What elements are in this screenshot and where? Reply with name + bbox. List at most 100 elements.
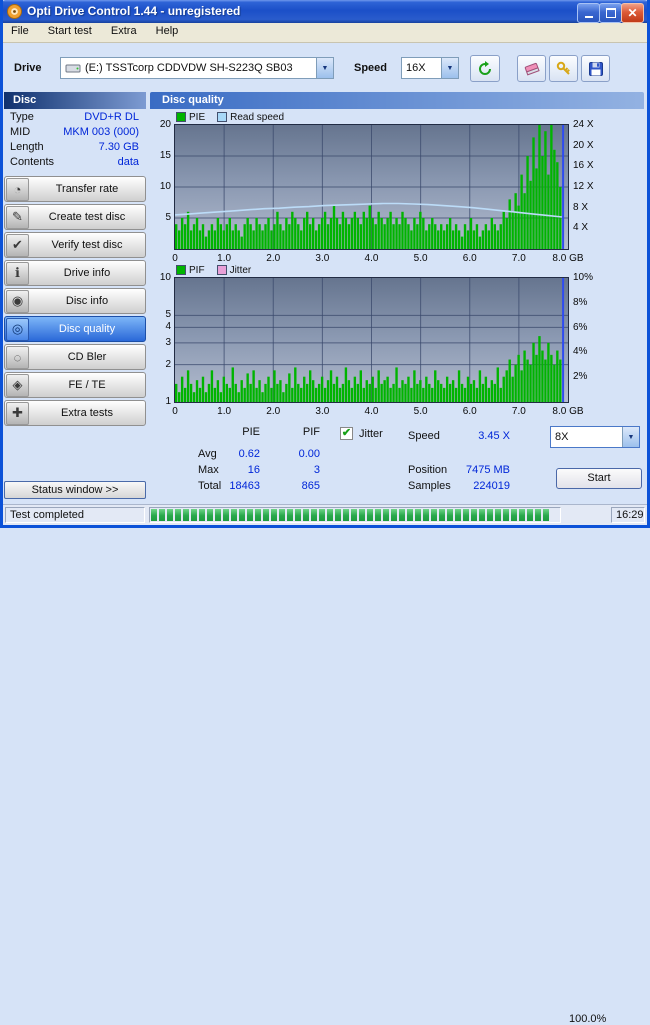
y-left-tick: 20 (159, 119, 171, 130)
samples-value: 224019 (473, 480, 510, 492)
sidebar-item-verify-test-disc[interactable]: ✔ Verify test disc (4, 232, 146, 258)
pif-column-header: PIF (302, 426, 320, 438)
position-value: 7475 MB (465, 464, 510, 476)
sidebar-item-transfer-rate[interactable]: ◔ Transfer rate (4, 176, 146, 202)
progress-segment (407, 509, 413, 521)
progress-percent: 100.0% (569, 1013, 607, 1025)
chevron-down-icon[interactable]: ▼ (316, 58, 333, 78)
disc-length-value: 7.30 GB (98, 141, 139, 153)
refresh-button[interactable] (470, 55, 500, 82)
x-tick: 8.0 GB (552, 253, 584, 264)
erase-disc-button[interactable] (517, 55, 546, 82)
max-pie-value: 16 (247, 464, 260, 476)
menu-item-extra[interactable]: Extra (103, 23, 145, 42)
close-button[interactable]: ✕ (621, 3, 644, 23)
progress-segment (535, 509, 541, 521)
progress-segment (455, 509, 461, 521)
y-left-tick: 5 (165, 309, 171, 321)
jitter-checkbox[interactable]: ✔ (340, 427, 353, 440)
menu-bar: File Start test Extra Help (3, 23, 647, 43)
progress-segment (215, 509, 221, 521)
sidebar-item-label: Transfer rate (55, 183, 119, 195)
y-right-tick: 20 X (573, 139, 594, 151)
maximize-button[interactable] (599, 3, 622, 23)
progress-segment (391, 509, 397, 521)
license-button[interactable] (549, 55, 578, 82)
pif-chart-legend: PIF Jitter (176, 264, 251, 276)
sidebar-item-disc-quality[interactable]: ◎ Disc quality (4, 316, 146, 342)
progress-segment (327, 509, 333, 521)
y-right-tick: 10% (573, 272, 594, 283)
legend-item-read-speed: Read speed (217, 112, 284, 123)
sidebar-item-fe-te[interactable]: ◈ FE / TE (4, 372, 146, 398)
progress-segment (503, 509, 509, 521)
status-window-button[interactable]: Status window >> (4, 481, 146, 499)
sidebar-item-drive-info[interactable]: ℹ Drive info (4, 260, 146, 286)
extra-tests-icon: ✚ (6, 401, 29, 425)
progress-segment (303, 509, 309, 521)
sidebar-buttons: ◔ Transfer rate ✎ Create test disc ✔ Verify t… (4, 176, 146, 426)
start-button[interactable]: Start (556, 468, 642, 489)
legend-label: PIE (189, 111, 206, 123)
scan-speed-value: 3.45 X (478, 430, 510, 442)
disc-quality-icon: ◎ (6, 317, 29, 341)
progress-segment (447, 509, 453, 521)
progress-segment (311, 509, 317, 521)
progress-segment (231, 509, 237, 521)
menu-item-file[interactable]: File (3, 23, 37, 42)
sidebar-item-extra-tests[interactable]: ✚ Extra tests (4, 400, 146, 426)
verify-test-disc-icon: ✔ (6, 233, 29, 257)
save-button[interactable] (581, 55, 610, 82)
progress-segment (471, 509, 477, 521)
disc-type-label: Type (10, 111, 34, 123)
transfer-rate-icon: ◔ (6, 177, 29, 201)
legend-label: PIF (189, 264, 205, 276)
minimize-button[interactable] (577, 3, 600, 23)
sidebar-item-cd-bler[interactable]: ◌ CD Bler (4, 344, 146, 370)
sidebar-item-label: Create test disc (48, 211, 126, 223)
check-icon: ✔ (341, 427, 352, 439)
sidebar: Disc Type DVD+R DL MID MKM 003 (000) Len… (4, 92, 146, 428)
y-left-tick: 5 (165, 212, 171, 223)
x-tick: 5.0 (413, 253, 428, 264)
total-pif-value: 865 (301, 480, 320, 492)
x-tick: 8.0 GB (552, 406, 584, 417)
speed-select[interactable]: 16X ▼ (401, 57, 459, 79)
menu-item-start-test[interactable]: Start test (40, 23, 100, 42)
sidebar-item-label: FE / TE (68, 379, 106, 391)
progress-bar (149, 507, 561, 523)
legend-item-jitter: Jitter (216, 265, 251, 276)
window-title: Opti Drive Control 1.44 - unregistered (27, 4, 241, 18)
x-tick: 2.0 (266, 406, 281, 417)
progress-segment (431, 509, 437, 521)
minimize-icon (584, 16, 593, 18)
maximize-icon (605, 8, 616, 18)
y-right-tick: 2% (573, 371, 588, 383)
x-tick: 6.0 (462, 253, 477, 264)
eraser-icon (524, 62, 540, 75)
sidebar-item-disc-info[interactable]: ◉ Disc info (4, 288, 146, 314)
sidebar-item-label: Disc info (65, 295, 109, 307)
progress-segment (423, 509, 429, 521)
progress-segment (335, 509, 341, 521)
pie-column-header: PIE (242, 426, 260, 438)
x-tick: 5.0 (413, 406, 428, 417)
progress-segment (439, 509, 445, 521)
scan-speed-select[interactable]: 8X ▼ (550, 426, 640, 448)
progress-fill (151, 509, 549, 521)
chevron-down-icon[interactable]: ▼ (441, 58, 458, 78)
disc-contents-value: data (117, 156, 139, 168)
sidebar-item-create-test-disc[interactable]: ✎ Create test disc (4, 204, 146, 230)
drive-select[interactable]: (E:) TSSTcorp CDDVDW SH-S223Q SB03 ▼ (60, 57, 334, 79)
progress-segment (343, 509, 349, 521)
chevron-down-icon[interactable]: ▼ (622, 427, 639, 447)
total-pie-value: 18463 (229, 480, 260, 492)
progress-segment (263, 509, 269, 521)
y-left-tick: 10 (159, 272, 171, 283)
menu-item-help[interactable]: Help (148, 23, 187, 42)
x-tick: 2.0 (266, 253, 281, 264)
progress-segment (479, 509, 485, 521)
progress-segment (359, 509, 365, 521)
progress-segment (519, 509, 525, 521)
progress-segment (511, 509, 517, 521)
